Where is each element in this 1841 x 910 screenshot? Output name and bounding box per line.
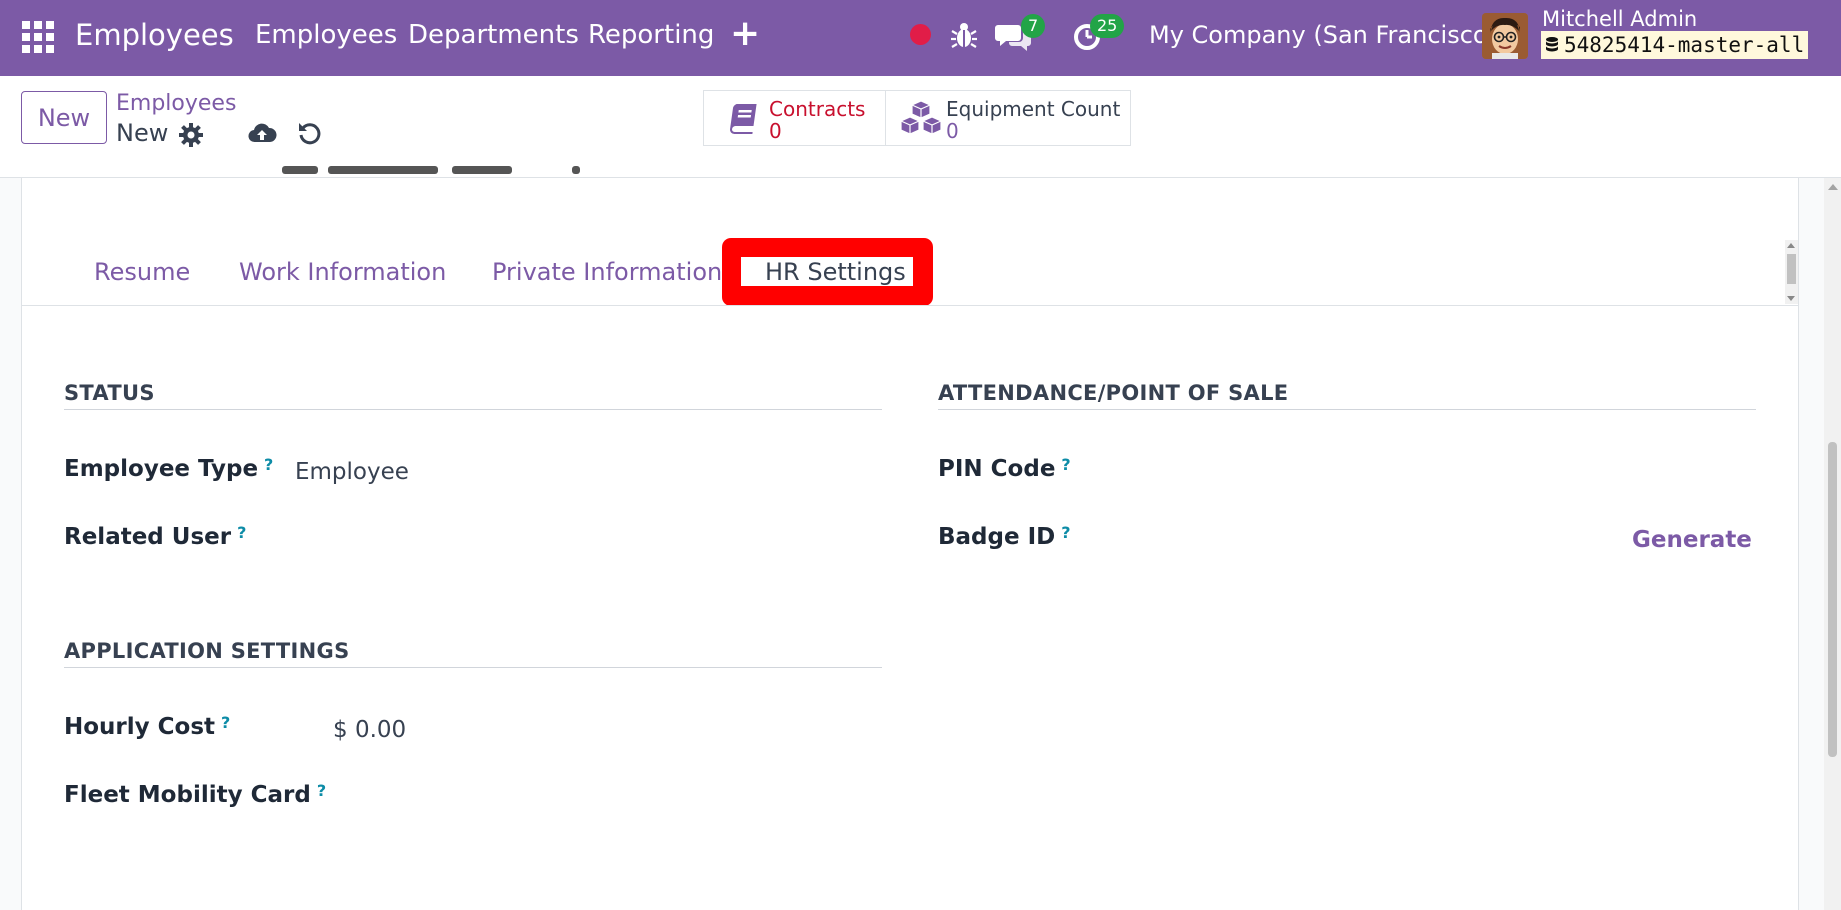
database-name: 54825414-master-all — [1564, 33, 1805, 57]
tab-hr-settings[interactable]: HR Settings — [765, 239, 906, 305]
gear-icon[interactable] — [178, 122, 204, 148]
fleet-mobility-card-input[interactable] — [333, 781, 853, 811]
book-icon — [730, 104, 757, 134]
related-user-input[interactable] — [295, 523, 855, 553]
generate-badge-button[interactable]: Generate — [1632, 525, 1752, 555]
application-settings-title: APPLICATION SETTINGS — [64, 639, 350, 663]
control-panel: New Employees New Contracts 0 Equipment … — [0, 76, 1841, 178]
equipment-count-value: 0 — [946, 119, 959, 143]
company-switcher[interactable]: My Company (San Francisco) — [1149, 19, 1497, 51]
discard-undo-icon[interactable] — [297, 120, 323, 146]
hourly-cost-label: Hourly Cost? — [64, 713, 231, 740]
top-navbar: Employees Employees Departments Reportin… — [0, 0, 1841, 76]
breadcrumb-employees[interactable]: Employees — [116, 90, 236, 118]
employee-type-help-icon[interactable]: ? — [264, 455, 273, 474]
database-name-badge: 54825414-master-all — [1541, 31, 1809, 59]
hourly-cost-input[interactable]: $ 0.00 — [333, 715, 406, 745]
hourly-cost-help-icon[interactable]: ? — [221, 713, 230, 732]
employee-type-select[interactable]: Employee — [295, 457, 409, 487]
database-icon — [1546, 37, 1558, 52]
fleet-mobility-card-label: Fleet Mobility Card? — [64, 781, 327, 808]
equipment-count-label: Equipment Count — [946, 97, 1121, 121]
badge-id-help-icon[interactable]: ? — [1061, 523, 1070, 542]
menu-reporting[interactable]: Reporting — [588, 19, 714, 51]
contracts-count: 0 — [769, 119, 782, 143]
user-avatar[interactable] — [1482, 13, 1528, 59]
tab-resume[interactable]: Resume — [94, 239, 190, 305]
badge-id-input[interactable] — [1168, 523, 1608, 553]
equipment-smart-button[interactable]: Equipment Count 0 — [885, 90, 1131, 146]
notebook-tabs: Resume Work Information Private Informat… — [22, 239, 1798, 306]
fleet-mobility-card-help-icon[interactable]: ? — [317, 781, 326, 800]
save-cloud-upload-icon[interactable] — [247, 120, 277, 146]
attendance-section-title: ATTENDANCE/POINT OF SALE — [938, 381, 1289, 405]
pin-code-input[interactable] — [1168, 455, 1748, 485]
clipped-text-above — [202, 166, 622, 176]
pin-code-label: PIN Code? — [938, 455, 1071, 482]
page-scrollbar[interactable] — [1824, 178, 1841, 910]
app-title[interactable]: Employees — [75, 19, 234, 51]
activities-count-badge: 25 — [1090, 14, 1125, 38]
status-section-divider — [64, 409, 882, 410]
menu-departments[interactable]: Departments — [408, 19, 579, 51]
pin-code-help-icon[interactable]: ? — [1061, 455, 1070, 474]
status-section-title: STATUS — [64, 381, 155, 405]
contracts-smart-button[interactable]: Contracts 0 — [703, 90, 886, 146]
related-user-label: Related User? — [64, 523, 247, 550]
contracts-label: Contracts — [769, 97, 866, 121]
related-user-help-icon[interactable]: ? — [237, 523, 246, 542]
breadcrumb-current: New — [116, 119, 169, 147]
employee-type-label: Employee Type? — [64, 455, 274, 482]
attendance-section-divider — [938, 409, 1756, 410]
tab-private-information[interactable]: Private Information — [492, 239, 722, 305]
add-menu-plus-icon[interactable]: + — [730, 16, 760, 52]
form-sheet: Resume Work Information Private Informat… — [21, 166, 1799, 910]
tab-work-information[interactable]: Work Information — [239, 239, 446, 305]
record-status-icon[interactable] — [910, 24, 931, 45]
debug-bug-icon[interactable] — [944, 16, 984, 56]
app-menu-grid-icon[interactable] — [22, 21, 54, 53]
messages-count-badge: 7 — [1021, 14, 1046, 38]
cubes-icon — [900, 100, 942, 135]
new-button[interactable]: New — [21, 91, 107, 144]
menu-employees[interactable]: Employees — [255, 19, 397, 51]
tabs-scrollbar[interactable] — [1785, 240, 1798, 304]
user-name[interactable]: Mitchell Admin — [1542, 6, 1697, 32]
badge-id-label: Badge ID? — [938, 523, 1071, 550]
application-settings-divider — [64, 667, 882, 668]
